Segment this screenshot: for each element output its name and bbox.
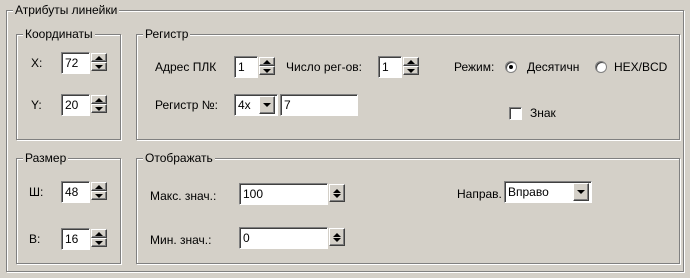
plc-address-spinner[interactable] [259, 57, 275, 75]
min-value-spinner[interactable] [329, 228, 345, 246]
up-arrow-icon [407, 59, 415, 64]
y-label: Y: [31, 98, 42, 112]
x-spin-up-button[interactable] [91, 53, 107, 62]
min-value-label: Мин. знач.: [150, 233, 212, 247]
register-type-dropdown-button[interactable] [259, 96, 275, 114]
direction-label: Направ. [457, 187, 502, 201]
display-group: Отображать [136, 151, 680, 264]
plc-address-label: Адрес ПЛК [155, 60, 217, 74]
x-input[interactable]: 72 [61, 52, 90, 74]
register-number-value: 7 [284, 98, 291, 112]
down-arrow-icon [95, 64, 103, 69]
height-spin-down-button[interactable] [91, 238, 107, 247]
register-type-value: 4x [238, 98, 251, 112]
mode-hex-radio[interactable] [595, 61, 607, 73]
plc-address-input[interactable]: 1 [234, 56, 258, 78]
down-arrow-icon [333, 193, 341, 198]
chevron-down-icon [263, 103, 271, 107]
sign-label[interactable]: Знак [530, 106, 556, 120]
y-spinner[interactable] [91, 95, 107, 113]
x-spin-down-button[interactable] [91, 62, 107, 71]
mode-decimal-radio[interactable] [505, 61, 517, 73]
up-arrow-icon [95, 97, 103, 102]
width-spin-down-button[interactable] [91, 191, 107, 200]
up-arrow-icon [333, 188, 341, 193]
height-input[interactable]: 16 [61, 228, 90, 250]
x-value: 72 [65, 56, 79, 70]
direction-value: Вправо [508, 185, 549, 199]
plc-address-spin-down-button[interactable] [259, 66, 275, 75]
width-input[interactable]: 48 [61, 181, 90, 203]
chevron-down-icon [577, 190, 585, 194]
mode-hex-label[interactable]: HEX/BCD [614, 60, 667, 74]
max-value-label: Макс. знач.: [150, 189, 217, 203]
reg-count-spin-down-button[interactable] [403, 66, 419, 75]
x-label: X: [31, 56, 43, 70]
down-arrow-icon [95, 240, 103, 245]
max-value-input[interactable]: 100 [239, 183, 328, 205]
reg-count-value: 1 [382, 60, 389, 74]
plc-address-spin-up-button[interactable] [259, 57, 275, 66]
width-spinner[interactable] [91, 182, 107, 200]
max-value-spinner[interactable] [329, 184, 345, 202]
sign-checkbox[interactable] [509, 107, 522, 120]
mode-decimal-label[interactable]: Десятичн [527, 60, 579, 74]
register-number-input[interactable]: 7 [280, 94, 358, 116]
register-number-label: Регистр №: [155, 98, 218, 112]
min-value-value: 0 [243, 231, 250, 245]
register-group: Регистр [136, 27, 680, 140]
height-label: В: [29, 232, 41, 246]
plc-address-value: 1 [238, 60, 245, 74]
down-arrow-icon [95, 193, 103, 198]
display-legend: Отображать [143, 151, 215, 165]
size-legend: Размер [23, 151, 69, 165]
up-arrow-icon [263, 59, 271, 64]
register-type-select[interactable]: 4x [234, 94, 278, 116]
ruler-attributes-legend: Атрибуты линейки [13, 3, 120, 17]
y-value: 20 [65, 98, 79, 112]
width-value: 48 [65, 185, 79, 199]
y-input[interactable]: 20 [61, 94, 90, 116]
height-value: 16 [65, 232, 79, 246]
down-arrow-icon [407, 68, 415, 73]
reg-count-input[interactable]: 1 [378, 56, 402, 78]
up-arrow-icon [95, 55, 103, 60]
down-arrow-icon [333, 237, 341, 242]
up-arrow-icon [95, 231, 103, 236]
width-spin-up-button[interactable] [91, 182, 107, 191]
ruler-attributes-panel: Атрибуты линейки Координаты X: 72 Y: 20 … [0, 0, 690, 278]
direction-dropdown-button[interactable] [573, 183, 589, 201]
coordinates-legend: Координаты [23, 27, 95, 41]
mode-label: Режим: [454, 60, 495, 74]
up-arrow-icon [95, 184, 103, 189]
min-value-input[interactable]: 0 [239, 227, 328, 249]
y-spin-up-button[interactable] [91, 95, 107, 104]
height-spin-up-button[interactable] [91, 229, 107, 238]
width-label: Ш: [29, 185, 44, 199]
max-value-value: 100 [243, 187, 264, 201]
height-spinner[interactable] [91, 229, 107, 247]
down-arrow-icon [263, 68, 271, 73]
reg-count-spinner[interactable] [403, 57, 419, 75]
direction-select[interactable]: Вправо [504, 181, 592, 203]
reg-count-spin-up-button[interactable] [403, 57, 419, 66]
y-spin-down-button[interactable] [91, 104, 107, 113]
radio-selected-dot [509, 65, 513, 69]
x-spinner[interactable] [91, 53, 107, 71]
register-legend: Регистр [143, 27, 191, 41]
reg-count-label: Число рег-ов: [286, 60, 362, 74]
down-arrow-icon [95, 106, 103, 111]
up-arrow-icon [333, 232, 341, 237]
coordinates-group: Координаты [16, 27, 121, 140]
